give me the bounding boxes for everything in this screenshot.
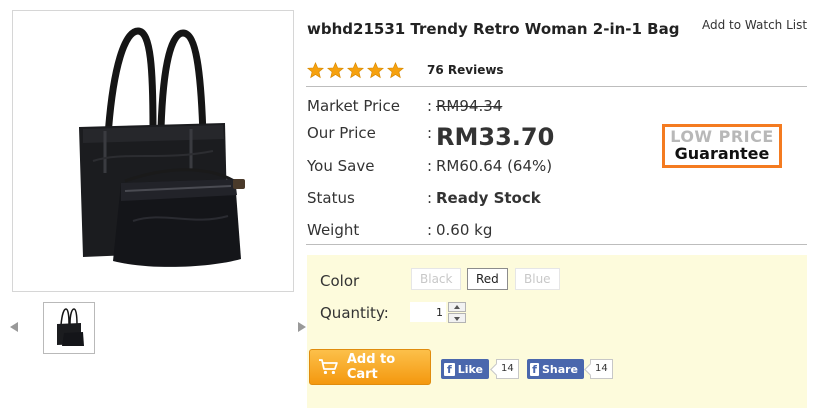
colon: : bbox=[427, 97, 433, 115]
like-count-value: 14 bbox=[501, 363, 514, 374]
weight-value: 0.60 kg bbox=[436, 221, 493, 239]
add-to-cart-label: Add to Cart bbox=[346, 352, 396, 382]
quantity-input[interactable] bbox=[410, 302, 446, 322]
like-label: Like bbox=[457, 362, 483, 376]
guarantee-bottom-text: Guarantee bbox=[674, 144, 770, 163]
star-icon bbox=[327, 62, 344, 79]
star-icon bbox=[387, 62, 404, 79]
color-option-blue[interactable]: Blue bbox=[515, 268, 560, 290]
facebook-icon: f bbox=[444, 362, 455, 376]
quantity-increment-button[interactable] bbox=[448, 302, 466, 312]
share-label: Share bbox=[541, 362, 578, 376]
market-price-value: RM94.34 bbox=[436, 97, 503, 115]
colon: : bbox=[427, 157, 433, 175]
facebook-share-button[interactable]: f Share bbox=[527, 359, 584, 379]
quantity-decrement-button[interactable] bbox=[448, 313, 466, 323]
bag-thumbnail bbox=[57, 308, 84, 346]
divider bbox=[306, 244, 807, 245]
colon: : bbox=[427, 124, 433, 142]
facebook-icon: f bbox=[530, 362, 539, 376]
facebook-like-button[interactable]: f Like bbox=[441, 359, 489, 379]
add-to-cart-button[interactable]: Add to Cart bbox=[309, 349, 431, 385]
weight-label: Weight bbox=[307, 221, 360, 239]
reviews-link[interactable]: 76 Reviews bbox=[427, 63, 504, 77]
arrow-left-icon[interactable] bbox=[10, 322, 18, 332]
thumbnail-strip bbox=[8, 300, 308, 356]
share-count-value: 14 bbox=[595, 363, 608, 374]
product-title: wbhd21531 Trendy Retro Woman 2-in-1 Bag bbox=[307, 20, 680, 38]
star-icon bbox=[367, 62, 384, 79]
star-icon bbox=[347, 62, 364, 79]
status-label: Status bbox=[307, 189, 355, 207]
star-icon bbox=[307, 62, 324, 79]
colon: : bbox=[427, 221, 433, 239]
colon: : bbox=[427, 189, 433, 207]
low-price-guarantee-badge: LOW PRICE Guarantee bbox=[662, 124, 782, 168]
divider bbox=[306, 86, 807, 87]
purchase-options-panel: Color Black Red Blue Quantity: Add to Ca… bbox=[307, 255, 807, 408]
color-option-black[interactable]: Black bbox=[411, 268, 462, 290]
rating-stars bbox=[307, 62, 404, 80]
you-save-value: RM60.64 (64%) bbox=[436, 157, 553, 175]
guarantee-top-text: LOW PRICE bbox=[670, 127, 774, 146]
our-price-value: RM33.70 bbox=[436, 123, 555, 151]
status-value: Ready Stock bbox=[436, 189, 541, 207]
color-option-red[interactable]: Red bbox=[467, 268, 508, 290]
like-count: 14 bbox=[496, 359, 519, 379]
arrow-right-icon[interactable] bbox=[298, 322, 306, 332]
quantity-stepper[interactable] bbox=[448, 302, 466, 323]
share-count: 14 bbox=[590, 359, 613, 379]
product-main-image[interactable] bbox=[12, 10, 294, 292]
thumbnail-1[interactable] bbox=[43, 302, 95, 354]
bag-image bbox=[79, 27, 245, 267]
cart-icon bbox=[318, 359, 338, 375]
you-save-label: You Save bbox=[307, 157, 375, 175]
quantity-label: Quantity: bbox=[320, 304, 389, 322]
our-price-label: Our Price bbox=[307, 124, 376, 142]
add-to-watch-list-link[interactable]: Add to Watch List bbox=[702, 18, 807, 32]
color-label: Color bbox=[320, 272, 360, 290]
market-price-label: Market Price bbox=[307, 97, 400, 115]
